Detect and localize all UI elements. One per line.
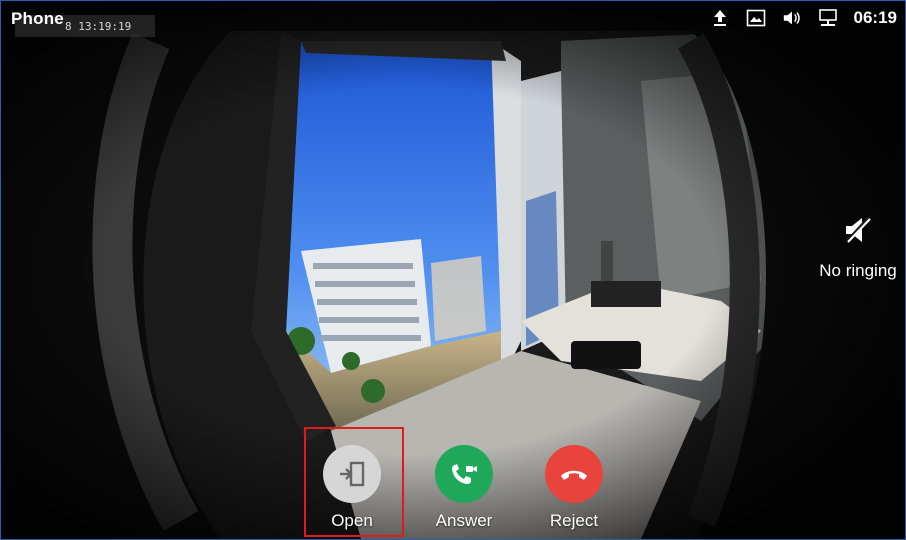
reject-button[interactable]: Reject [534, 445, 614, 531]
hang-up-icon [561, 470, 587, 480]
answer-label: Answer [435, 511, 493, 530]
no-ringing-toggle[interactable]: No ringing [813, 215, 903, 291]
status-icons: 06:19 [710, 8, 897, 28]
phone-call-screen: 8 13:19:19 Phone 06:19 No ringing Open A… [0, 0, 906, 540]
status-clock: 06:19 [853, 8, 897, 27]
upload-icon [710, 8, 730, 28]
video-call-icon [452, 464, 477, 484]
app-title: Phone [11, 9, 64, 28]
screenshot-icon[interactable] [746, 8, 766, 28]
answer-button[interactable]: Answer [424, 445, 504, 531]
status-bar: 8 13:19:19 Phone 06:19 [1, 1, 905, 39]
volume-icon[interactable] [782, 8, 802, 28]
reject-circle[interactable] [545, 445, 603, 503]
camera-timestamp: 8 13:19:19 [65, 20, 132, 33]
network-icon [818, 8, 838, 28]
mute-speaker-icon [845, 216, 871, 244]
no-ringing-label: No ringing [819, 261, 897, 280]
reject-label: Reject [549, 511, 599, 530]
answer-circle[interactable] [435, 445, 493, 503]
highlight-box [304, 427, 404, 537]
